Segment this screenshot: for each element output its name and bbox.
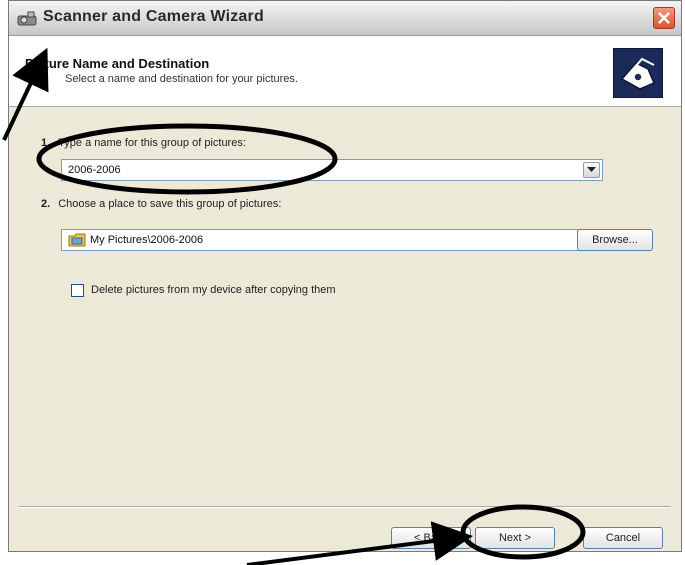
destination-value[interactable]: My Pictures\2006-2006 (90, 234, 203, 246)
destination-combobox[interactable]: My Pictures\2006-2006 (61, 229, 603, 251)
next-button[interactable]: Next > (475, 527, 555, 549)
picture-name-value[interactable]: 2006-2006 (68, 164, 121, 176)
page-title: Picture Name and Destination (25, 56, 210, 71)
step2-label-row: 2. Choose a place to save this group of p… (41, 198, 281, 210)
step1-label-row: 1. Type a name for this group of pictures… (41, 137, 246, 149)
close-icon (658, 12, 670, 24)
folder-icon (68, 233, 86, 247)
wizard-graphic-icon (613, 48, 663, 98)
footer-divider (19, 506, 671, 508)
chevron-down-icon (587, 167, 596, 172)
picture-name-dropdown-button[interactable] (583, 162, 600, 178)
wizard-window: Scanner and Camera Wizard Picture Name a… (8, 0, 682, 552)
step2-label: Choose a place to save this group of pic… (58, 198, 282, 210)
close-button[interactable] (653, 7, 675, 29)
page-subtitle: Select a name and destination for your p… (65, 73, 298, 85)
title-bar: Scanner and Camera Wizard (9, 1, 681, 36)
scanner-icon (17, 11, 37, 26)
step1-number: 1. (41, 137, 51, 149)
window-title: Scanner and Camera Wizard (43, 8, 264, 25)
back-button[interactable]: < Back (391, 527, 471, 549)
cancel-button[interactable]: Cancel (583, 527, 663, 549)
wizard-header: Picture Name and Destination Select a na… (9, 36, 681, 107)
browse-button[interactable]: Browse... (577, 229, 653, 251)
delete-after-copy-label: Delete pictures from my device after cop… (91, 284, 336, 296)
step1-label: Type a name for this group of pictures: (58, 137, 246, 149)
picture-name-combobox[interactable]: 2006-2006 (61, 159, 603, 181)
delete-after-copy-checkbox[interactable] (71, 284, 84, 297)
step2-number: 2. (41, 198, 51, 210)
